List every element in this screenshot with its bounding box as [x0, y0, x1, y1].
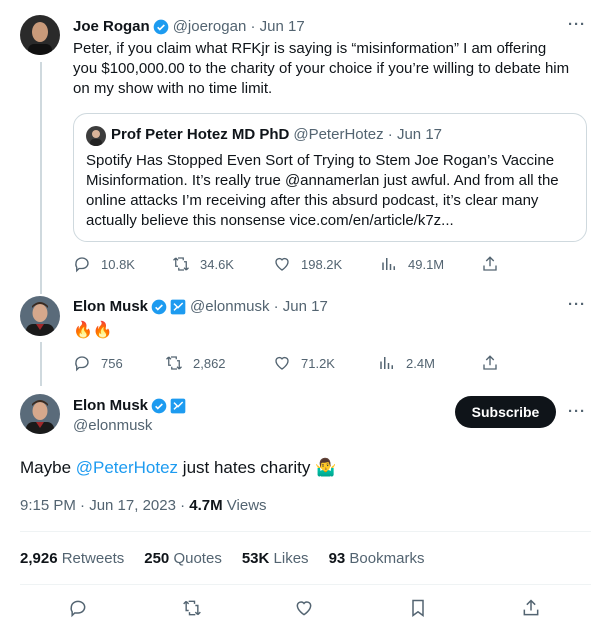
author-handle[interactable]: @joerogan	[173, 18, 247, 35]
views-count: 2.4M	[406, 355, 435, 371]
quotes-stat[interactable]: 250 Quotes	[144, 550, 222, 567]
likes-stat[interactable]: 53K Likes	[242, 550, 309, 567]
quote-text: Spotify Has Stopped Even Sort of Trying …	[86, 152, 559, 229]
retweet-button[interactable]: 2,862	[165, 354, 226, 372]
more-options-icon[interactable]: ···	[568, 16, 586, 33]
tweet-text: 🔥🔥	[73, 322, 113, 339]
quotes-count: 250	[144, 550, 170, 567]
divider	[20, 531, 591, 532]
views-button[interactable]: 49.1M	[380, 255, 444, 273]
engagement-stats: 2,926 Retweets 250 Quotes 53K Likes 93 B…	[20, 550, 424, 567]
retweets-count: 2,926	[20, 550, 58, 567]
avatar[interactable]	[20, 394, 60, 434]
share-icon	[483, 355, 497, 370]
retweet-count: 2,862	[193, 355, 226, 371]
quoted-tweet[interactable]: Prof Peter Hotez MD PhD @PeterHotez · Ju…	[73, 113, 587, 242]
reply-icon	[75, 356, 89, 372]
more-options-icon[interactable]: ···	[568, 403, 586, 420]
reply-icon	[70, 600, 86, 618]
tweet-timestamp: 9:15 PM · Jun 17, 2023 · 4.7M Views	[20, 497, 267, 514]
likes-count: 53K	[241, 550, 270, 567]
affiliate-badge-icon	[170, 398, 186, 413]
share-button[interactable]	[481, 255, 509, 273]
avatar[interactable]	[20, 15, 60, 55]
time-date[interactable]: 9:15 PM · Jun 17, 2023 ·	[20, 497, 189, 514]
author-name[interactable]: Elon Musk	[73, 397, 148, 414]
tweet-date[interactable]: Jun 17	[283, 298, 328, 315]
retweet-button[interactable]	[182, 598, 202, 623]
text-part: just hates charity 🤷‍♂️	[178, 458, 337, 477]
retweet-icon	[183, 600, 201, 616]
retweets-label: Retweets	[61, 550, 125, 567]
views-icon	[382, 258, 395, 270]
author-name[interactable]: Elon Musk	[73, 298, 148, 315]
retweet-icon	[173, 257, 189, 271]
quote-avatar	[86, 126, 106, 146]
share-icon	[523, 599, 539, 616]
retweet-count: 34.6K	[200, 256, 234, 272]
separator-dot: ·	[246, 18, 260, 35]
reply-count: 10.8K	[101, 256, 135, 272]
heart-icon	[275, 356, 289, 370]
thread-line	[40, 342, 42, 386]
divider	[20, 584, 591, 585]
views-icon	[380, 357, 393, 369]
like-button[interactable]: 198.2K	[273, 255, 342, 273]
views-button[interactable]: 2.4M	[378, 354, 435, 372]
separator-dot: ·	[383, 126, 397, 143]
affiliate-badge-icon	[170, 299, 186, 314]
reply-button[interactable]: 756	[73, 354, 123, 372]
bookmark-icon	[412, 599, 424, 617]
text-part: Maybe	[20, 458, 76, 477]
share-button[interactable]	[481, 354, 509, 372]
like-count: 71.2K	[301, 355, 335, 371]
share-button[interactable]	[521, 598, 541, 623]
thread-line	[40, 62, 42, 294]
reply-count: 756	[101, 355, 123, 371]
author-handle[interactable]: @elonmusk	[73, 417, 152, 434]
reply-button[interactable]: 10.8K	[73, 255, 135, 273]
mention-link[interactable]: @PeterHotez	[76, 458, 178, 477]
like-button[interactable]: 71.2K	[273, 354, 335, 372]
reply-button[interactable]	[68, 598, 88, 623]
bookmarks-count: 93	[328, 550, 346, 567]
like-button[interactable]	[294, 598, 314, 623]
like-count: 198.2K	[301, 256, 343, 272]
bookmarks-label: Bookmarks	[349, 550, 425, 567]
author-handle[interactable]: @elonmusk	[190, 298, 269, 315]
heart-icon	[275, 257, 289, 271]
share-icon	[483, 256, 497, 271]
verified-icon	[151, 299, 167, 314]
views-count: 49.1M	[408, 256, 445, 272]
tweet-date[interactable]: Jun 17	[260, 18, 305, 35]
reply-icon	[75, 257, 89, 273]
verified-icon	[151, 398, 167, 413]
quote-author-name: Prof Peter Hotez MD PhD	[111, 126, 290, 143]
separator-dot: ·	[269, 298, 283, 315]
avatar[interactable]	[20, 296, 60, 336]
retweets-stat[interactable]: 2,926 Retweets	[20, 550, 124, 567]
bookmark-button[interactable]	[408, 598, 428, 623]
quotes-label: Quotes	[173, 550, 222, 567]
heart-icon	[296, 601, 312, 616]
author-name[interactable]: Joe Rogan	[73, 18, 150, 35]
subscribe-button[interactable]: Subscribe	[455, 396, 556, 428]
verified-icon	[153, 19, 169, 34]
views-count: 4.7M	[189, 497, 223, 514]
quote-author-handle: @PeterHotez	[293, 126, 384, 143]
retweet-icon	[166, 356, 182, 370]
quote-date: Jun 17	[396, 126, 443, 143]
likes-label: Likes	[273, 550, 309, 567]
tweet-text: Peter, if you claim what RFKjr is saying…	[73, 40, 570, 97]
more-options-icon[interactable]: ···	[568, 296, 586, 313]
tweet-header: Joe Rogan @joerogan · Jun 17	[73, 18, 305, 35]
main-tweet-text: Maybe @PeterHotez just hates charity 🤷‍♂…	[20, 456, 336, 480]
views-label: Views	[222, 497, 267, 514]
bookmarks-stat[interactable]: 93 Bookmarks	[329, 550, 425, 567]
retweet-button[interactable]: 34.6K	[172, 255, 234, 273]
